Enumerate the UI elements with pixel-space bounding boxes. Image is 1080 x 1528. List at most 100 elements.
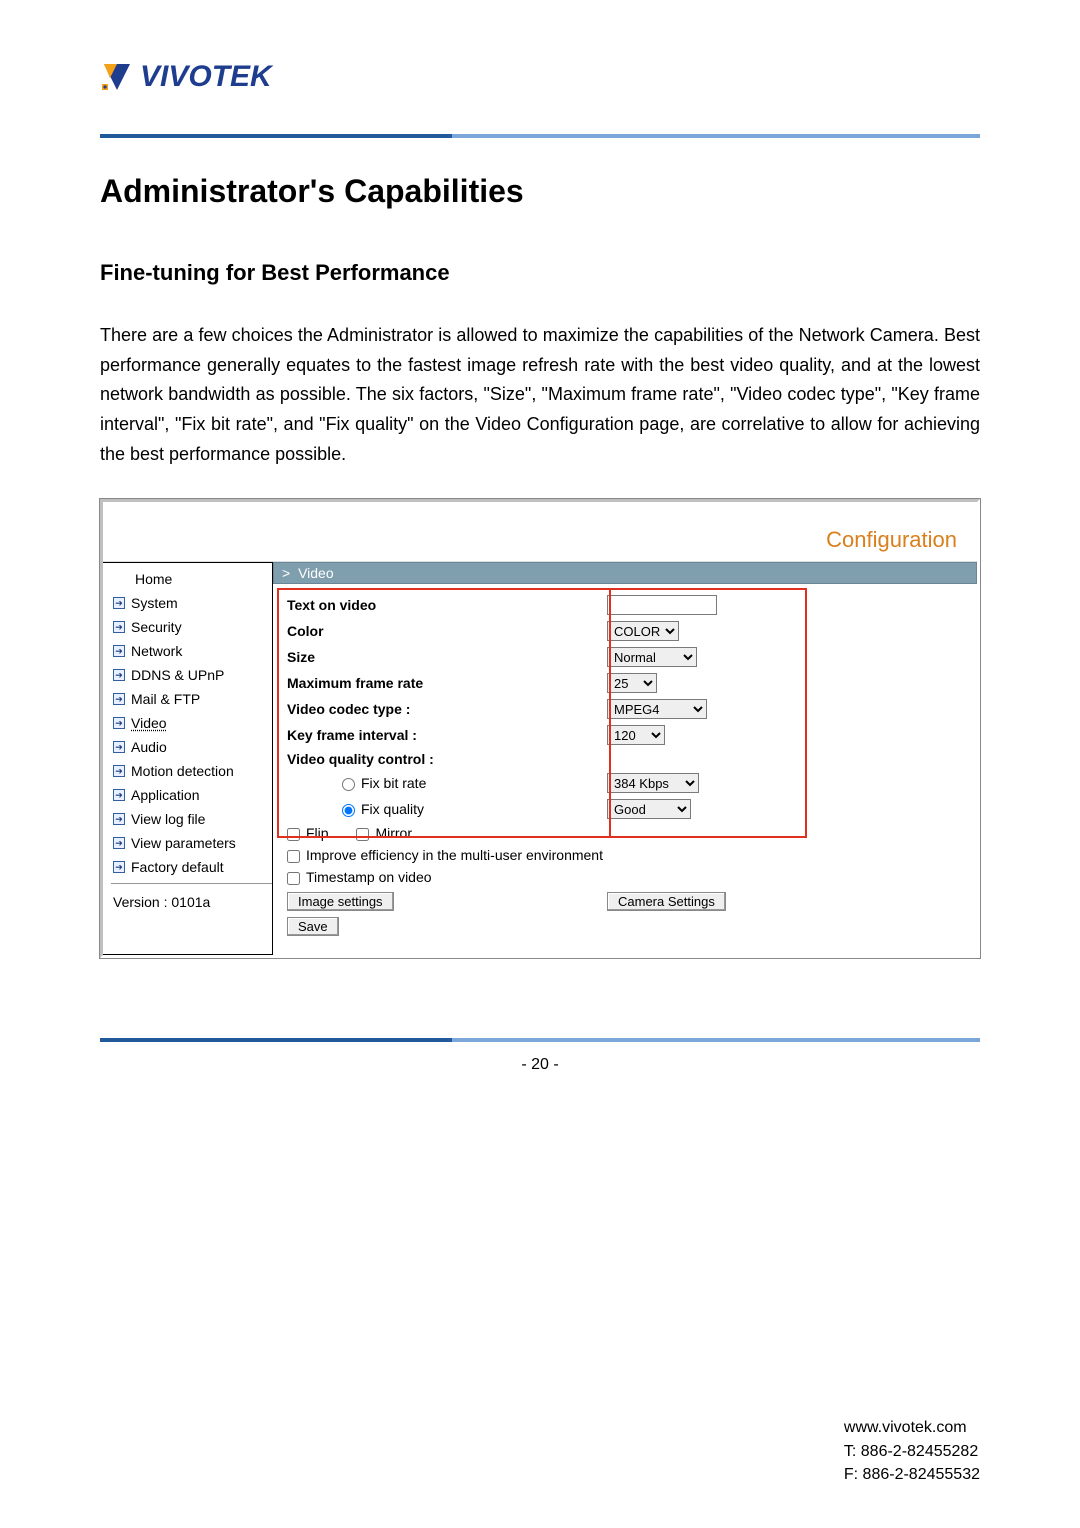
body-paragraph: There are a few choices the Administrato… <box>100 321 980 469</box>
row-video-codec: Video codec type : MPEG4 <box>287 696 967 722</box>
sidebar-item-label: View parameters <box>131 835 236 851</box>
sidebar-item-label: Application <box>131 787 200 803</box>
select-color[interactable]: COLOR <box>607 621 679 641</box>
expand-icon <box>113 693 125 705</box>
expand-icon <box>113 765 125 777</box>
page-number: - 20 - <box>100 1056 980 1074</box>
brand-logo: VIVOTEK <box>100 60 980 94</box>
image-settings-button[interactable]: Image settings <box>287 892 394 911</box>
label-quality-header: Video quality control : <box>287 751 607 767</box>
row-timestamp: Timestamp on video <box>287 866 967 888</box>
row-flip-mirror: Flip Mirror <box>287 822 967 844</box>
select-max-frame-rate[interactable]: 25 <box>607 673 657 693</box>
expand-icon <box>113 597 125 609</box>
expand-icon <box>113 789 125 801</box>
row-text-on-video: Text on video <box>287 592 967 618</box>
sidebar-item-video[interactable]: Video <box>111 711 272 735</box>
logo-mark-icon <box>100 60 134 94</box>
sidebar-item-security[interactable]: Security <box>111 615 272 639</box>
select-video-codec[interactable]: MPEG4 <box>607 699 707 719</box>
sidebar-item-label: Factory default <box>131 859 224 875</box>
sidebar-item-view-parameters[interactable]: View parameters <box>111 831 272 855</box>
select-fix-quality[interactable]: Good <box>607 799 691 819</box>
label-size: Size <box>287 649 607 665</box>
section-title: Fine-tuning for Best Performance <box>100 260 980 286</box>
sidebar-item-label: Mail & FTP <box>131 691 200 707</box>
sidebar-item-network[interactable]: Network <box>111 639 272 663</box>
sidebar-item-view-log[interactable]: View log file <box>111 807 272 831</box>
select-fix-bit-rate[interactable]: 384 Kbps <box>607 773 699 793</box>
radio-fix-quality[interactable] <box>342 804 355 817</box>
row-fix-quality: Fix quality Good <box>287 796 967 822</box>
footer-tel: T: 886-2-82455282 <box>844 1440 980 1463</box>
sidebar-item-label: View log file <box>131 811 205 827</box>
config-main-panel: > Video Text on video Color COLOR Size N… <box>273 562 977 955</box>
label-max-frame-rate: Maximum frame rate <box>287 675 607 691</box>
sidebar-item-label: Home <box>135 571 172 587</box>
label-keyframe: Key frame interval : <box>287 727 607 743</box>
sidebar-item-label: Security <box>131 619 182 635</box>
select-size[interactable]: Normal <box>607 647 697 667</box>
expand-icon <box>113 645 125 657</box>
row-size: Size Normal <box>287 644 967 670</box>
sidebar-item-system[interactable]: System <box>111 591 272 615</box>
footer-url: www.vivotek.com <box>844 1416 980 1439</box>
sidebar-item-factory-default[interactable]: Factory default <box>111 855 272 879</box>
checkbox-improve-efficiency[interactable] <box>287 850 300 863</box>
row-max-frame-rate: Maximum frame rate 25 <box>287 670 967 696</box>
label-video-codec: Video codec type : <box>287 701 607 717</box>
label-flip: Flip <box>306 825 329 841</box>
checkbox-flip[interactable] <box>287 828 300 841</box>
radio-fix-bit-rate[interactable] <box>342 778 355 791</box>
label-text-on-video: Text on video <box>287 597 607 613</box>
sidebar-item-label: Network <box>131 643 182 659</box>
label-mirror: Mirror <box>375 825 412 841</box>
label-fix-bit-rate: Fix bit rate <box>361 775 426 791</box>
camera-settings-button[interactable]: Camera Settings <box>607 892 726 911</box>
row-color: Color COLOR <box>287 618 967 644</box>
expand-icon <box>113 861 125 873</box>
expand-icon <box>113 621 125 633</box>
label-improve-efficiency: Improve efficiency in the multi-user env… <box>306 847 603 863</box>
footer-fax: F: 886-2-82455532 <box>844 1463 980 1486</box>
expand-icon <box>113 813 125 825</box>
select-keyframe[interactable]: 120 <box>607 725 665 745</box>
expand-icon <box>113 717 125 729</box>
sidebar-item-label: DDNS & UPnP <box>131 667 224 683</box>
row-save: Save <box>287 914 967 939</box>
logo-wordmark: VIVOTEK <box>140 60 272 94</box>
sidebar-item-label: Video <box>131 715 167 731</box>
label-timestamp: Timestamp on video <box>306 869 432 885</box>
row-fix-bit-rate: Fix bit rate 384 Kbps <box>287 770 967 796</box>
config-header-title: Configuration <box>826 527 957 553</box>
checkbox-mirror[interactable] <box>356 828 369 841</box>
sidebar-item-ddns-upnp[interactable]: DDNS & UPnP <box>111 663 272 687</box>
config-header: Configuration <box>103 502 977 562</box>
sidebar-item-audio[interactable]: Audio <box>111 735 272 759</box>
sidebar-item-application[interactable]: Application <box>111 783 272 807</box>
label-fix-quality: Fix quality <box>361 801 424 817</box>
breadcrumb-prefix: > <box>282 565 290 581</box>
label-color: Color <box>287 623 607 639</box>
expand-icon <box>113 669 125 681</box>
sidebar-item-label: Audio <box>131 739 167 755</box>
config-screenshot: Configuration Home System Security Netwo… <box>100 499 980 958</box>
sidebar-item-mail-ftp[interactable]: Mail & FTP <box>111 687 272 711</box>
expand-icon <box>113 741 125 753</box>
config-sidebar: Home System Security Network DDNS & UPnP… <box>103 562 273 955</box>
input-text-on-video[interactable] <box>607 595 717 615</box>
footer-contact: www.vivotek.com T: 886-2-82455282 F: 886… <box>844 1416 980 1486</box>
row-keyframe: Key frame interval : 120 <box>287 722 967 748</box>
sidebar-item-home[interactable]: Home <box>111 567 272 591</box>
breadcrumb: > Video <box>273 562 977 584</box>
breadcrumb-current: Video <box>298 565 334 581</box>
page-title: Administrator's Capabilities <box>100 173 980 210</box>
save-button[interactable]: Save <box>287 917 339 936</box>
expand-icon <box>113 837 125 849</box>
checkbox-timestamp[interactable] <box>287 872 300 885</box>
sidebar-item-motion-detection[interactable]: Motion detection <box>111 759 272 783</box>
sidebar-item-label: Motion detection <box>131 763 234 779</box>
top-rule <box>100 134 980 138</box>
sidebar-item-label: System <box>131 595 178 611</box>
row-buttons: Image settings Camera Settings <box>287 888 967 914</box>
